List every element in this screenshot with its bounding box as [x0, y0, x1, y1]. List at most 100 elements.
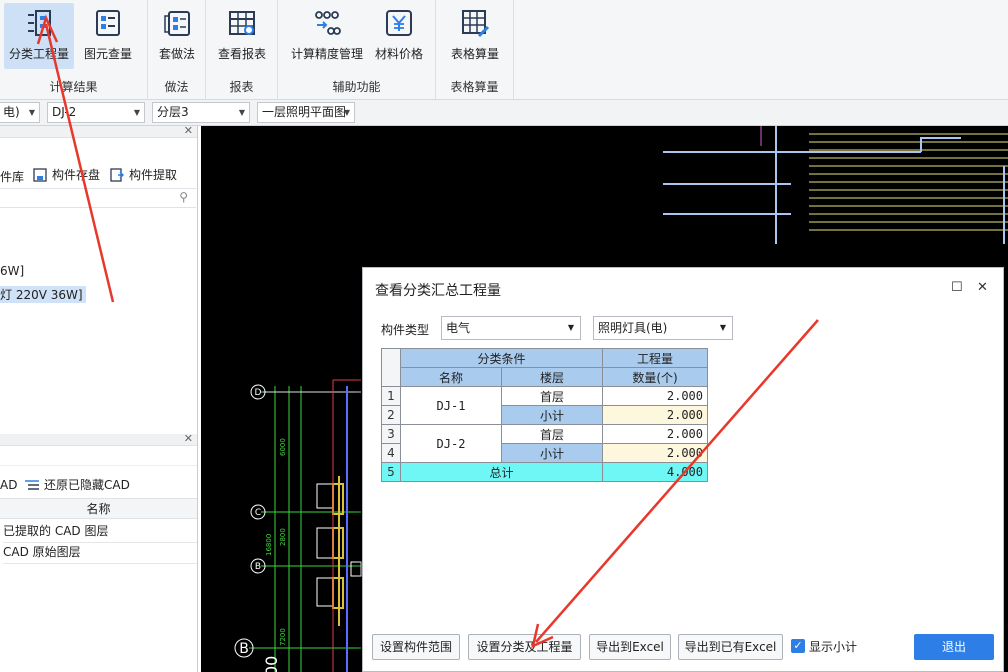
- table-row[interactable]: 3 DJ-2 首层 2.000: [381, 424, 708, 463]
- chevron-down-icon: ▼: [28, 108, 35, 117]
- row-number-header: [381, 348, 401, 387]
- table-edit-icon: [460, 5, 490, 41]
- extract-component-action[interactable]: 构件提取: [110, 166, 177, 183]
- category-select[interactable]: 电) ▼: [0, 102, 40, 123]
- component-query-label: 图元查量: [83, 47, 132, 61]
- axis-label: D: [255, 388, 262, 398]
- component-name-cell: DJ-2: [400, 424, 502, 463]
- layer-row[interactable]: 已提取的 CAD 图层: [3, 522, 197, 543]
- quantity-cell: 2.000: [602, 386, 708, 406]
- classified-summary-dialog: 查看分类汇总工程量 ☐ ✕ 构件类型 电气 ▼ 照明灯具(电) ▼ 分类条件 工…: [362, 267, 1004, 672]
- floor-cell: 首层: [501, 424, 603, 444]
- group-label-table-calc: 表格算量: [450, 80, 499, 94]
- ribbon-group-method: 套做法 做法: [148, 0, 206, 100]
- chevron-down-icon: ▼: [133, 108, 140, 117]
- export-existing-excel-button[interactable]: 导出到已有Excel: [678, 634, 783, 660]
- check-icon: ✓: [793, 639, 803, 652]
- axis-label: B: [255, 562, 261, 572]
- component-type-value: 电气: [446, 321, 471, 335]
- close-icon[interactable]: ✕: [184, 124, 193, 137]
- component-tree-item[interactable]: 6W]: [0, 264, 24, 278]
- yen-icon: [384, 5, 414, 41]
- row-number: 5: [381, 462, 401, 482]
- table-row-total[interactable]: 5 总计 4.000: [381, 462, 708, 482]
- apply-method-button[interactable]: 套做法: [152, 3, 202, 69]
- ribbon: 分类工程量 图元查量 计算结果 套做法 做法 查看报表 报表 计算精度管理 材料…: [0, 0, 1008, 100]
- layer-row-label: 已提取的 CAD 图层: [3, 524, 109, 538]
- ribbon-group-results: 分类工程量 图元查量 计算结果: [0, 0, 148, 100]
- dimension-label: 16800: [265, 534, 273, 556]
- restore-hidden-cad-label: 还原已隐藏CAD: [44, 478, 130, 492]
- tree-item-label: 灯 220V 36W]: [0, 288, 83, 302]
- ribbon-group-aux: 计算精度管理 材料价格 辅助功能: [278, 0, 436, 100]
- layer-row-label: CAD 原始图层: [3, 545, 81, 559]
- report-table-icon: [227, 5, 257, 41]
- restore-hidden-cad-action[interactable]: 还原已隐藏CAD: [24, 476, 130, 493]
- material-price-button[interactable]: 材料价格: [370, 3, 428, 69]
- list-icon: [24, 5, 54, 41]
- component-select-value: DJ-2: [52, 105, 77, 119]
- table-calc-label: 表格算量: [450, 47, 499, 61]
- component-type-label: 构件类型: [381, 323, 430, 337]
- precision-management-button[interactable]: 计算精度管理: [284, 3, 370, 69]
- show-subtotal-checkbox[interactable]: ✓: [791, 639, 805, 653]
- subtotal-value-cell: 2.000: [602, 443, 708, 463]
- precision-management-label: 计算精度管理: [290, 47, 363, 61]
- view-report-button[interactable]: 查看报表: [212, 3, 272, 69]
- summary-table: 分类条件 工程量 名称 楼层 数量(个) 1 DJ-1 首层 2.000 2 小…: [381, 348, 708, 482]
- component-search-input[interactable]: ⚲: [0, 188, 196, 208]
- component-library-label: 件库: [0, 170, 25, 184]
- drawing-select[interactable]: 一层照明平面图 ▼: [257, 102, 355, 123]
- component-subtype-value: 照明灯具(电): [598, 321, 668, 335]
- ribbon-group-report: 查看报表 报表: [206, 0, 278, 100]
- component-name-cell: DJ-1: [400, 386, 502, 425]
- subtotal-value-cell: 2.000: [602, 405, 708, 425]
- component-subtype-select[interactable]: 照明灯具(电) ▼: [593, 316, 733, 340]
- col-header-floor: 楼层: [501, 367, 603, 387]
- set-classification-button[interactable]: 设置分类及工程量: [468, 634, 581, 660]
- export-excel-button[interactable]: 导出到Excel: [589, 634, 671, 660]
- component-library-action[interactable]: 件库: [0, 168, 24, 185]
- layer-select-value: 分层3: [157, 105, 189, 119]
- show-subtotal-label: 显示小计: [809, 640, 858, 654]
- maximize-icon[interactable]: ☐: [951, 280, 963, 295]
- row-number: 4: [381, 443, 401, 463]
- classified-quantity-button[interactable]: 分类工程量: [4, 3, 74, 69]
- cad-action-label: AD: [0, 478, 18, 492]
- quantity-cell: 2.000: [602, 424, 708, 444]
- total-label-cell: 总计: [400, 462, 603, 482]
- drawing-select-value: 一层照明平面图: [262, 105, 347, 119]
- header-group-conditions: 分类条件: [400, 348, 603, 368]
- classified-quantity-label: 分类工程量: [8, 47, 69, 61]
- set-component-range-button[interactable]: 设置构件范围: [372, 634, 460, 660]
- panel-header-cad-layers: ✕: [0, 432, 197, 446]
- restore-layers-icon: [25, 479, 39, 490]
- component-tree-item-selected[interactable]: 灯 220V 36W]: [0, 286, 86, 303]
- table-header-row: 分类条件 工程量: [381, 348, 708, 387]
- cad-action-partial[interactable]: AD: [0, 478, 17, 492]
- subtotal-label-cell: 小计: [501, 405, 603, 425]
- exit-button[interactable]: 退出: [914, 634, 994, 660]
- layer-select[interactable]: 分层3 ▼: [152, 102, 250, 123]
- apply-method-icon: [162, 5, 192, 41]
- total-value-cell: 4.000: [602, 462, 708, 482]
- search-icon: ⚲: [179, 190, 188, 204]
- header-quantity: 工程量: [602, 348, 708, 368]
- close-icon[interactable]: ✕: [977, 280, 988, 295]
- dimension-label: 7200: [279, 628, 287, 646]
- panel-header-components: ✕: [0, 124, 197, 138]
- close-icon[interactable]: ✕: [184, 432, 193, 445]
- layer-table-header: 名称: [0, 498, 197, 519]
- dimension-partial-label: 00: [262, 656, 281, 672]
- save-component-label: 构件存盘: [52, 168, 101, 182]
- component-query-button[interactable]: 图元查量: [80, 3, 136, 69]
- left-panel: ✕ 件库 构件存盘 构件提取 ⚲ 6W] 灯 220V 36W] ✕ AD 还原…: [0, 124, 198, 672]
- layer-row[interactable]: CAD 原始图层: [3, 543, 197, 564]
- category-select-value: 电): [3, 105, 20, 119]
- table-calc-button[interactable]: 表格算量: [442, 3, 508, 69]
- component-type-select[interactable]: 电气 ▼: [441, 316, 581, 340]
- dialog-title: 查看分类汇总工程量: [375, 283, 501, 299]
- table-row[interactable]: 1 DJ-1 首层 2.000: [381, 386, 708, 425]
- save-component-action[interactable]: 构件存盘: [33, 166, 100, 183]
- component-select[interactable]: DJ-2 ▼: [47, 102, 145, 123]
